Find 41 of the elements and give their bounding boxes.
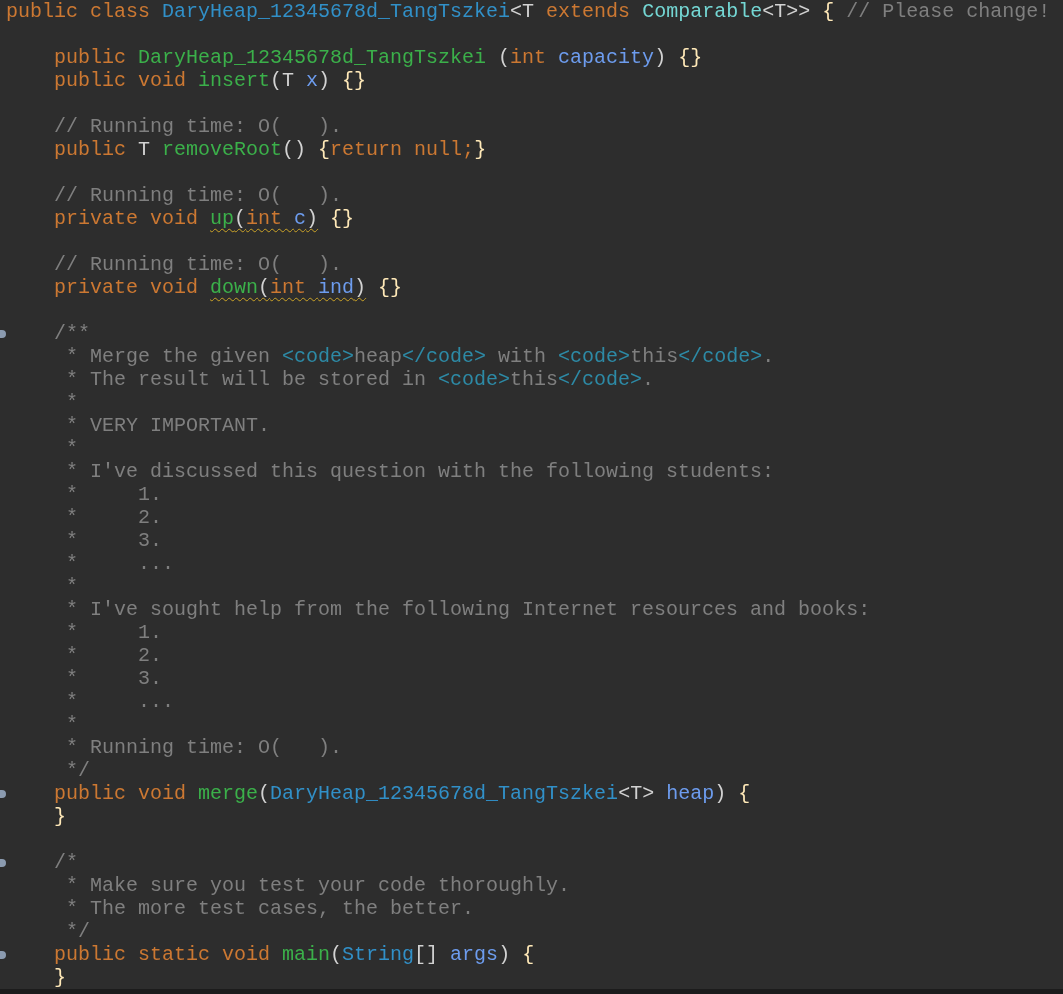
fold-marker-icon[interactable] [0,789,6,798]
code-line: /** [54,322,90,345]
code-line: public T removeRoot() {return null;} [54,138,487,161]
code-line: public static void main(String[] args) { [54,943,535,966]
code-line: // Running time: O( ). [54,115,343,138]
code-line: public class DaryHeap_12345678d_TangTszkei<T extends Comparable<T>> { // Please change! [6,0,1051,23]
code-line: * [66,575,78,598]
code-line: * 1. [66,483,162,506]
code-line: * 1. [66,621,162,644]
code-line: * ... [66,552,175,575]
code-line: * Merge the given <code>heap</code> with <code>this</code>. [66,345,775,368]
code-line: * The result will be stored in <code>this</code>. [66,368,655,391]
code-line: * [66,713,78,736]
code-line: * 3. [66,529,162,552]
code-line: public DaryHeap_12345678d_TangTszkei (int capacity) {} [54,46,703,69]
code-line: public void merge(DaryHeap_12345678d_TangTszkei<T> heap) { [54,782,751,805]
code-line: * Running time: O( ). [66,736,343,759]
code-line: } [54,966,66,989]
code-line: */ [66,920,90,943]
code-line: * 2. [66,506,162,529]
code-line: // Running time: O( ). [54,253,343,276]
code-line: * I've sought help from the following Internet resources and books: [66,598,871,621]
code-line: public void insert(T x) {} [54,69,367,92]
code-line: * 3. [66,667,162,690]
code-line: // Running time: O( ). [54,184,343,207]
fold-marker-icon[interactable] [0,858,6,867]
code-line: private void down(int ind) {} [54,276,403,299]
code-line: * VERY IMPORTANT. [66,414,271,437]
code-line: */ [66,759,90,782]
code-line: * [66,437,78,460]
code-line: * 2. [66,644,162,667]
code-line: * ... [66,690,175,713]
code-line: /* [54,851,78,874]
code-line: * I've discussed this question with the following students: [66,460,775,483]
code-line: } [54,805,66,828]
code-line: * The more test cases, the better. [66,897,475,920]
fold-marker-icon[interactable] [0,950,6,959]
code-line: * Make sure you test your code thoroughly. [66,874,571,897]
code-line: private void up(int c) {} [54,207,355,230]
code-line: * [66,391,78,414]
fold-marker-icon[interactable] [0,329,6,338]
